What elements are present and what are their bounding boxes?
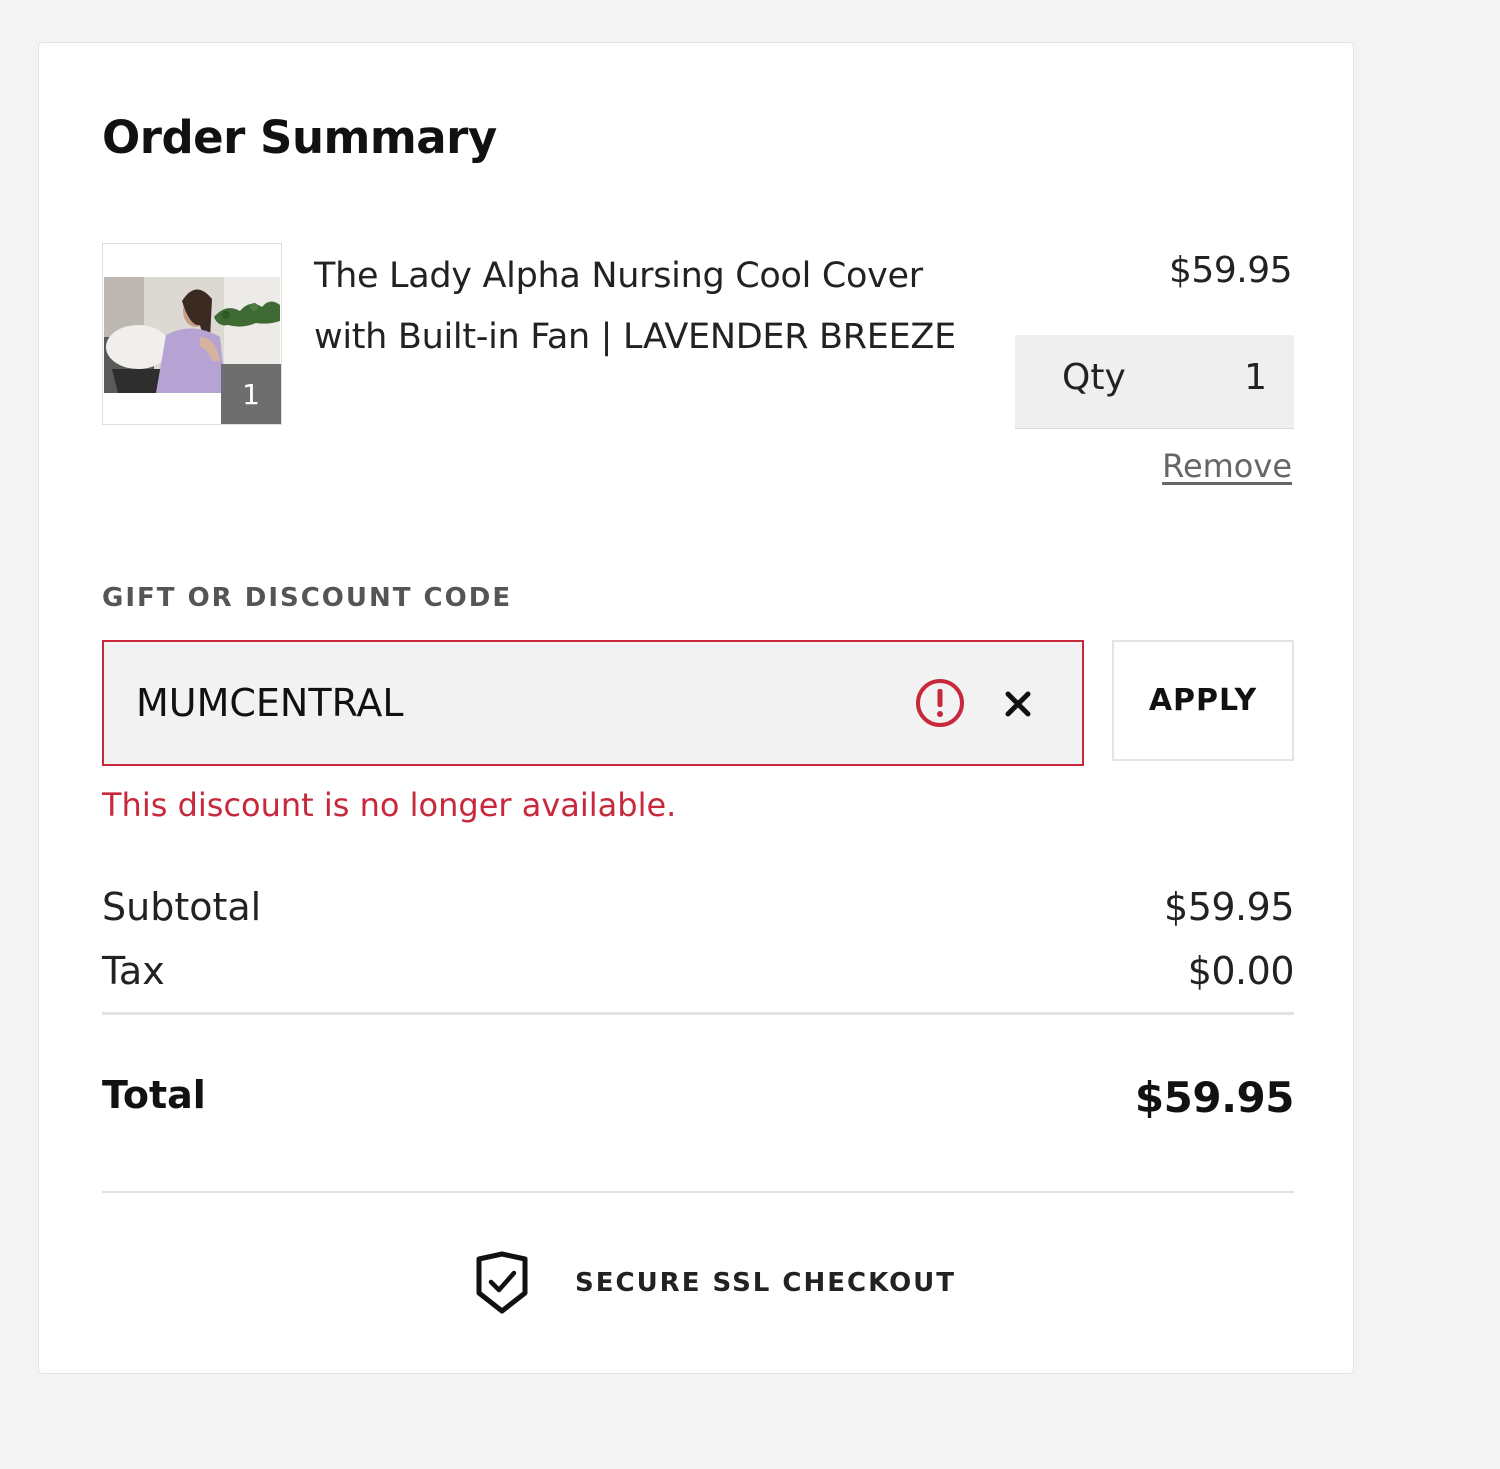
secure-checkout-text: SECURE SSL CHECKOUT <box>575 1268 957 1298</box>
qty-label: Qty <box>1062 357 1126 398</box>
secure-checkout-notice: SECURE SSL CHECKOUT <box>473 1251 956 1315</box>
quantity-selector[interactable]: Qty 1 <box>1015 335 1294 429</box>
error-icon <box>916 679 964 727</box>
tax-value: $0.00 <box>1187 949 1295 993</box>
total-value: $59.95 <box>1134 1073 1295 1122</box>
total-label: Total <box>102 1073 206 1117</box>
discount-code-input[interactable] <box>104 642 884 764</box>
quantity-badge: 1 <box>221 364 281 424</box>
discount-code-field[interactable] <box>102 640 1084 766</box>
product-thumbnail[interactable]: 1 <box>102 243 282 425</box>
order-summary-title: Order Summary <box>102 111 497 164</box>
product-name[interactable]: The Lady Alpha Nursing Cool Cover with B… <box>314 246 1004 368</box>
subtotal-value: $59.95 <box>1164 885 1294 929</box>
totals-divider <box>102 1012 1294 1015</box>
order-summary-card: Order Summary 1 The Lady Alpha Nursing C… <box>38 42 1354 1374</box>
shield-check-icon <box>476 1251 528 1314</box>
apply-discount-button[interactable]: APPLY <box>1112 640 1294 761</box>
discount-code-label: GIFT OR DISCOUNT CODE <box>102 583 513 613</box>
footer-divider <box>102 1191 1294 1193</box>
product-price: $59.95 <box>1169 250 1292 291</box>
clear-icon[interactable] <box>1001 687 1035 721</box>
tax-label: Tax <box>102 949 165 993</box>
discount-error-message: This discount is no longer available. <box>102 786 677 824</box>
subtotal-label: Subtotal <box>102 885 262 929</box>
remove-item-link[interactable]: Remove <box>1162 447 1292 485</box>
qty-value[interactable]: 1 <box>1244 357 1267 398</box>
